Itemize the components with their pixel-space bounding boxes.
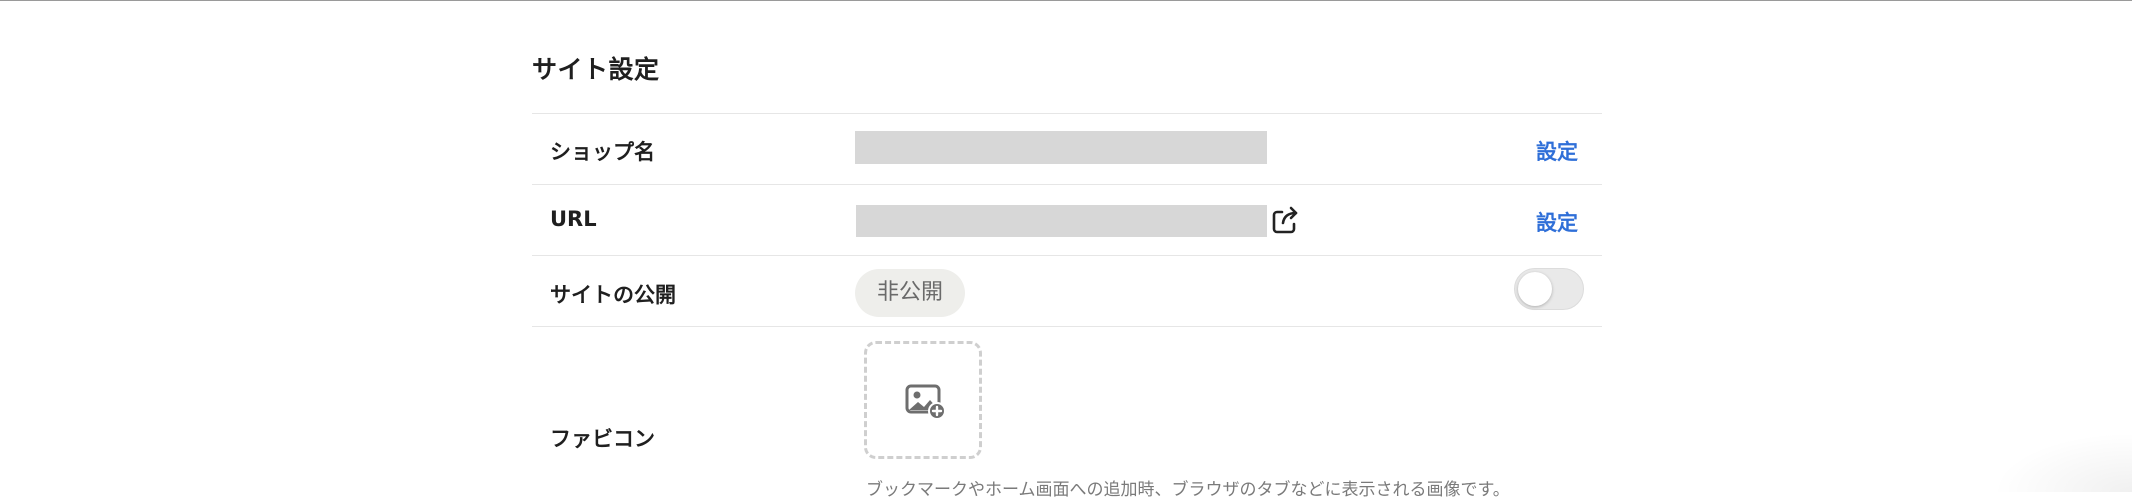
shop-name-label: ショップ名 (550, 136, 655, 166)
shop-name-redacted (855, 131, 1267, 164)
publish-row: サイトの公開 非公開 (532, 255, 1602, 327)
favicon-row: ファビコン ブックマークやホーム画面への追加時、ブラウザのタブなどに表示される画… (532, 326, 1602, 493)
url-label: URL (550, 207, 597, 231)
section-title: サイト設定 (532, 50, 660, 86)
url-set-button[interactable]: 設定 (1536, 207, 1578, 237)
favicon-label: ファビコン (550, 423, 655, 453)
window-top-border (0, 0, 2132, 1)
favicon-upload-button[interactable] (864, 341, 982, 459)
corner-shadow (1992, 432, 2132, 492)
url-redacted (856, 205, 1267, 237)
external-link-icon[interactable] (1269, 205, 1301, 237)
shop-name-set-button[interactable]: 設定 (1536, 136, 1578, 166)
image-add-icon (905, 384, 947, 420)
publish-label: サイトの公開 (550, 279, 676, 309)
publish-toggle[interactable] (1514, 268, 1584, 310)
shop-name-row: ショップ名 設定 (532, 113, 1602, 185)
url-row: URL 設定 (532, 184, 1602, 256)
toggle-knob (1518, 272, 1552, 306)
favicon-help-text: ブックマークやホーム画面への追加時、ブラウザのタブなどに表示される画像です。 (866, 475, 1510, 500)
status-badge: 非公開 (855, 269, 965, 317)
